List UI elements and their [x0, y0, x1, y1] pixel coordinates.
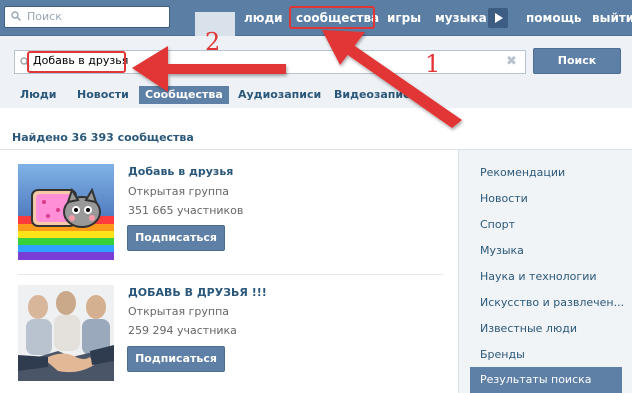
category-celebrities[interactable]: Известные люди: [480, 322, 577, 335]
subscribe-button[interactable]: Подписаться: [127, 225, 225, 251]
tab-news[interactable]: Новости: [71, 86, 135, 104]
category-brands[interactable]: Бренды: [480, 348, 525, 361]
tab-audio[interactable]: Аудиозаписи: [232, 86, 327, 104]
category-science[interactable]: Наука и технологии: [480, 270, 597, 283]
category-sport[interactable]: Спорт: [480, 218, 515, 231]
search-icon: [11, 11, 21, 21]
category-music[interactable]: Музыка: [480, 244, 524, 257]
nav-people[interactable]: люди: [244, 0, 283, 36]
tab-people[interactable]: Люди: [14, 86, 62, 104]
nav-music[interactable]: музыка: [435, 0, 487, 36]
tab-video[interactable]: Видеозаписи: [328, 86, 423, 104]
subscribe-button[interactable]: Подписаться: [127, 346, 225, 372]
group-members: 351 665 участников: [128, 204, 244, 217]
nav-logout[interactable]: выйти: [592, 0, 632, 36]
spacer: [0, 110, 632, 124]
search-button[interactable]: Поиск: [533, 48, 621, 74]
results-count: Найдено 36 393 сообщества: [12, 131, 194, 144]
nav-help[interactable]: помощь: [526, 0, 581, 36]
top-search-input[interactable]: Поиск: [4, 6, 170, 28]
clear-icon[interactable]: ✖: [506, 54, 517, 69]
category-search-results[interactable]: Результаты поиска: [470, 367, 622, 393]
category-news[interactable]: Новости: [480, 192, 528, 205]
group-title[interactable]: ДОБАВЬ В ДРУЗЬЯ !!!: [128, 286, 267, 299]
divider: [18, 274, 443, 275]
page: Поиск люди сообщества игры музыка помощь…: [0, 0, 632, 393]
group-type: Открытая группа: [128, 305, 230, 318]
category-recommendations[interactable]: Рекомендации: [480, 166, 565, 179]
tab-communities[interactable]: Сообщества: [139, 86, 229, 104]
group-title[interactable]: Добавь в друзья: [128, 165, 233, 178]
group-type: Открытая группа: [128, 185, 230, 198]
highlight-box-communities: [289, 6, 375, 29]
top-search-placeholder: Поиск: [27, 10, 62, 23]
play-icon[interactable]: [488, 8, 508, 28]
highlight-box-search: [27, 51, 126, 73]
highlight-ghost: [195, 12, 235, 36]
category-search-results-label: Результаты поиска: [480, 373, 592, 386]
group-avatar-handshake[interactable]: [18, 285, 114, 381]
group-avatar-nyan-cat[interactable]: [18, 164, 114, 260]
category-art[interactable]: Искусство и развлечен...: [480, 296, 624, 309]
group-members: 259 294 участника: [128, 324, 237, 337]
nav-games[interactable]: игры: [387, 0, 421, 36]
